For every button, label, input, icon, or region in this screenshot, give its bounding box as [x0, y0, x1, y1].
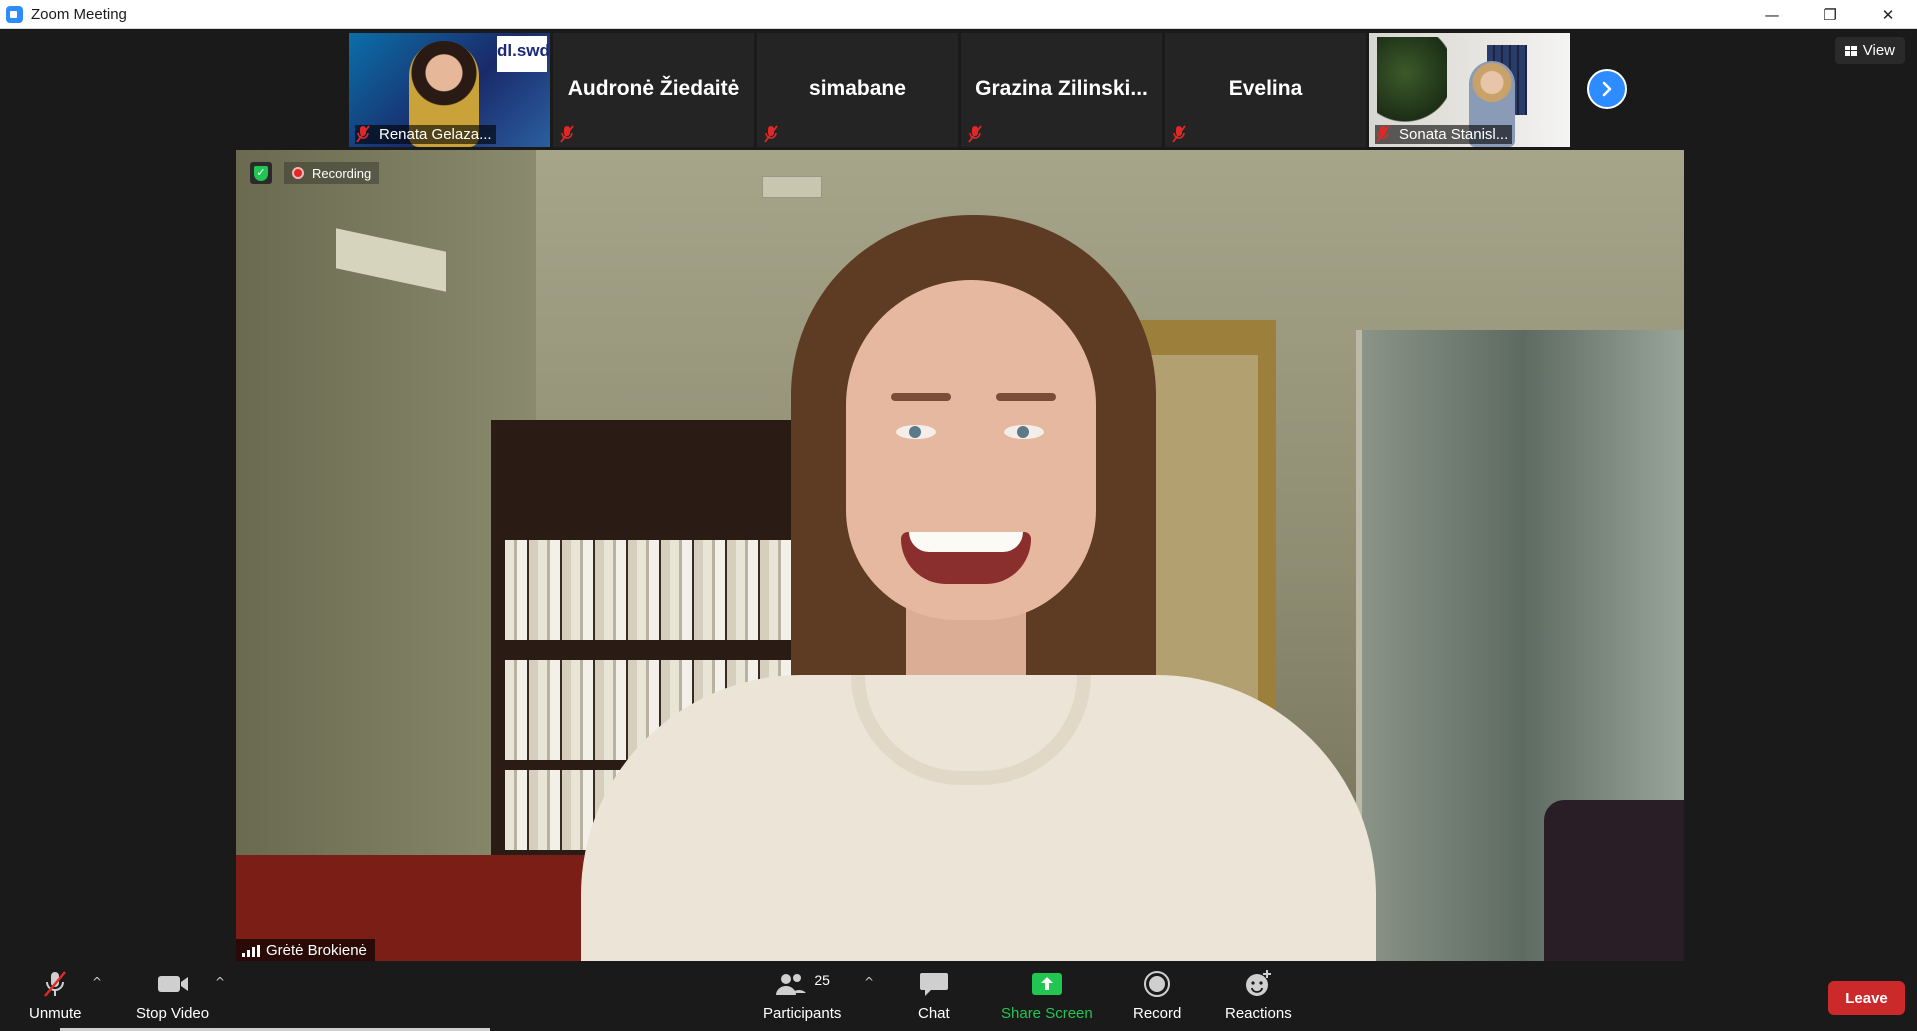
record-icon [1143, 969, 1171, 999]
participants-label: Participants [763, 1005, 842, 1022]
participant-tile[interactable]: Sonata Stanisl... [1369, 33, 1570, 147]
smiley-plus-icon [1243, 969, 1273, 999]
muted-mic-icon [560, 125, 574, 143]
signal-strength-icon [242, 944, 260, 957]
muted-mic-icon [764, 125, 778, 143]
participant-name: Evelina [1228, 77, 1303, 100]
unmute-label: Unmute [29, 1005, 82, 1022]
record-button[interactable]: Record [1133, 969, 1181, 1022]
participant-tile[interactable]: Grazina Zilinski... [961, 33, 1162, 147]
muted-mic-icon [40, 969, 70, 999]
participant-tile[interactable]: simabane [757, 33, 958, 147]
meeting-toolbar: Unmute ^ Stop Video ^ 25 Participants ^ … [0, 961, 1917, 1031]
speaker-name-label: Grėtė Brokienė [236, 939, 375, 962]
muted-mic-icon [1376, 125, 1390, 143]
restore-button[interactable]: ❐ [1801, 0, 1859, 29]
title-bar: Zoom Meeting — ❐ ✕ [0, 0, 1917, 29]
gallery-strip: dl.swd Renata Gelaza... Audronė Žiedaitė… [349, 33, 1570, 147]
participants-icon: 25 [774, 969, 830, 999]
leave-button[interactable]: Leave [1828, 981, 1905, 1015]
reactions-label: Reactions [1225, 1005, 1292, 1022]
speaker-eye [1004, 425, 1044, 439]
minimize-button[interactable]: — [1743, 0, 1801, 29]
audio-options-caret-icon[interactable]: ^ [92, 975, 102, 989]
view-button[interactable]: View [1834, 37, 1905, 64]
speaker-brow [891, 393, 951, 401]
video-camera-icon [156, 969, 190, 999]
chevron-right-icon [1602, 81, 1612, 97]
window-controls: — ❐ ✕ [1743, 0, 1917, 29]
book-row [505, 540, 807, 640]
participant-name: simabane [809, 77, 906, 100]
participant-name: Grazina Zilinski... [975, 77, 1148, 100]
speaker-brow [996, 393, 1056, 401]
close-button[interactable]: ✕ [1859, 0, 1917, 29]
stop-video-button[interactable]: Stop Video [136, 969, 209, 1022]
speaker-eye [896, 425, 936, 439]
chair [1544, 800, 1684, 962]
participant-name: Audronė Žiedaitė [567, 77, 740, 100]
video-options-caret-icon[interactable]: ^ [215, 975, 225, 989]
muted-mic-icon [356, 125, 370, 143]
chat-label: Chat [918, 1005, 950, 1022]
meeting-stage: dl.swd Renata Gelaza... Audronė Žiedaitė… [0, 29, 1917, 962]
participants-options-caret-icon[interactable]: ^ [864, 975, 874, 989]
muted-mic-icon [1172, 125, 1186, 143]
record-label: Record [1133, 1005, 1182, 1022]
chat-icon [919, 969, 949, 999]
reactions-button[interactable]: Reactions [1225, 969, 1292, 1022]
chat-button[interactable]: Chat [918, 969, 950, 1022]
check-icon: ✓ [254, 165, 268, 181]
background-plant [1377, 37, 1447, 127]
share-screen-button[interactable]: Share Screen [1001, 969, 1093, 1022]
participant-tile[interactable]: dl.swd Renata Gelaza... [349, 33, 550, 147]
org-logo: dl.swd [497, 36, 550, 72]
unmute-button[interactable]: Unmute [29, 969, 82, 1022]
wall-vent [762, 176, 822, 198]
speaker-teeth [909, 532, 1023, 552]
speaker-name: Grėtė Brokienė [266, 942, 367, 959]
participant-tile[interactable]: Evelina [1165, 33, 1366, 147]
next-page-button[interactable] [1587, 69, 1627, 109]
participants-button[interactable]: 25 Participants [763, 969, 841, 1022]
active-speaker-video[interactable]: ✓ Recording Grėtė Brokienė [236, 150, 1684, 962]
window-title: Zoom Meeting [31, 5, 127, 23]
participants-count: 25 [814, 972, 830, 988]
zoom-app-icon [6, 5, 23, 23]
view-label: View [1862, 42, 1895, 59]
participant-name: Renata Gelaza... [355, 125, 496, 144]
participant-tile[interactable]: Audronė Žiedaitė [553, 33, 754, 147]
grid-icon [1844, 45, 1857, 56]
share-screen-label: Share Screen [1001, 1005, 1093, 1022]
recording-label: Recording [312, 165, 372, 181]
recording-dot-icon [292, 167, 304, 179]
recording-indicator[interactable]: Recording [284, 162, 380, 184]
stop-video-label: Stop Video [136, 1005, 210, 1022]
share-screen-icon [1031, 969, 1063, 999]
participant-name: Sonata Stanisl... [1375, 125, 1513, 144]
security-shield-icon[interactable]: ✓ [250, 162, 272, 184]
muted-mic-icon [968, 125, 982, 143]
